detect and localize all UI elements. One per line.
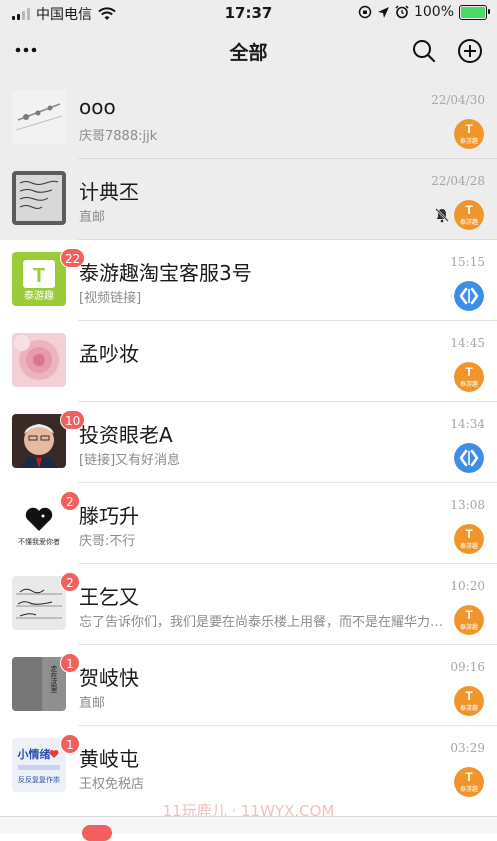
chat-name: 黄岐屯 [79, 747, 139, 771]
chat-time: 09:16 [450, 660, 485, 674]
avatar: T 泰游趣 [12, 252, 66, 306]
add-button[interactable] [457, 38, 483, 64]
unread-badge: 1 [60, 653, 80, 673]
chat-time: 14:34 [450, 417, 485, 431]
chat-time: 03:29 [450, 741, 485, 755]
svg-text:走在这里: 走在这里 [50, 665, 58, 693]
svg-text:泰游趣: 泰游趣 [460, 380, 478, 388]
channel-icon: T 泰游趣 [454, 686, 484, 716]
svg-text:T: T [465, 365, 473, 379]
unread-badge: 1 [60, 734, 80, 754]
chat-row[interactable]: 计典丕 直邮 22/04/28 T 泰游趣 [0, 159, 497, 240]
svg-text:泰游趣: 泰游趣 [460, 137, 478, 145]
avatar: 不懂我爱你者 [12, 495, 66, 549]
add-circle-icon [458, 39, 482, 63]
chat-row[interactable]: 不懂我爱你者 2 滕巧升 庆哥:不行 13:08 T 泰游趣 [0, 483, 497, 564]
more-button[interactable] [14, 38, 40, 62]
chat-row[interactable]: 10 投资眼老A [链接]又有好消息 14:34 [0, 402, 497, 483]
chat-row[interactable]: T 泰游趣 22 泰游趣淘宝客服3号 [视频链接] 15:15 [0, 240, 497, 321]
channel-icon: T 泰游趣 [454, 605, 484, 635]
chat-name: 投资眼老A [79, 423, 173, 447]
tab-bar [0, 816, 497, 841]
avatar [12, 414, 66, 468]
channel-icon: T 泰游趣 [454, 200, 484, 230]
chat-preview: 忘了告诉你们，我们是要在尚泰乐楼上用餐，而不是在耀华力… [79, 615, 444, 630]
chat-name: 王乞又 [79, 585, 139, 609]
unread-badge: 2 [60, 572, 80, 592]
svg-text:T: T [465, 608, 473, 622]
avatar: 小情绪 反反复复作崇 [12, 738, 66, 792]
chat-preview: 庆哥7888:jjk [79, 129, 158, 144]
chat-preview: 直邮 [79, 696, 106, 711]
chat-row[interactable]: 孟吵妆 14:45 T 泰游趣 [0, 321, 497, 402]
location-icon [377, 6, 389, 18]
svg-text:泰游趣: 泰游趣 [460, 218, 478, 226]
avatar [12, 171, 66, 225]
orientation-lock-icon [358, 5, 372, 19]
alarm-icon [395, 5, 409, 19]
channel-icon [454, 281, 484, 311]
mute-icon [435, 208, 449, 223]
chat-time: 14:45 [450, 336, 485, 350]
svg-text:泰游趣: 泰游趣 [460, 785, 478, 793]
chat-time: 22/04/30 [431, 93, 485, 107]
svg-text:T: T [465, 689, 473, 703]
chat-row[interactable]: 小情绪反反复复作崇 1 黄岐屯 王权免税店 03:29 T 泰游趣 [0, 726, 497, 807]
chat-time: 13:08 [450, 498, 485, 512]
svg-text:T: T [465, 527, 473, 541]
avatar: 走在这里 [12, 657, 66, 711]
chat-row[interactable]: ooo 庆哥7888:jjk 22/04/30 T 泰游趣 [0, 78, 497, 159]
chat-preview: 庆哥:不行 [79, 534, 136, 549]
svg-text:泰游趣: 泰游趣 [460, 704, 478, 712]
battery-icon [459, 4, 490, 20]
svg-text:不懂我爱你者: 不懂我爱你者 [18, 537, 60, 546]
channel-icon: T 泰游趣 [454, 767, 484, 797]
header-bar: 全部 [0, 26, 497, 78]
tab-unread-badge [82, 825, 112, 841]
svg-text:反反复复作崇: 反反复复作崇 [18, 775, 60, 784]
svg-text:泰游趣: 泰游趣 [460, 623, 478, 631]
chat-preview: 直邮 [79, 210, 106, 225]
svg-text:T: T [33, 265, 45, 287]
chat-time: 22/04/28 [431, 174, 485, 188]
battery-percent: 100% [413, 4, 454, 20]
svg-text:T: T [465, 203, 473, 217]
unread-badge: 2 [60, 491, 80, 511]
chat-name: 贺岐快 [79, 666, 139, 690]
channel-icon [454, 443, 484, 473]
ellipsis-icon [15, 47, 37, 53]
chat-preview: [视频链接] [79, 291, 142, 306]
chat-row[interactable]: 走在这里 1 贺岐快 直邮 09:16 T 泰游趣 [0, 645, 497, 726]
channel-icon: T 泰游趣 [454, 362, 484, 392]
svg-text:小情绪: 小情绪 [17, 747, 51, 761]
chat-name: 孟吵妆 [79, 342, 139, 366]
chat-name: 滕巧升 [79, 504, 139, 528]
search-icon [413, 40, 436, 63]
svg-text:T: T [465, 122, 473, 136]
chat-row[interactable]: 2 王乞又 忘了告诉你们，我们是要在尚泰乐楼上用餐，而不是在耀华力… 10:20… [0, 564, 497, 645]
avatar [12, 333, 66, 387]
chat-preview: [链接]又有好消息 [79, 453, 181, 468]
svg-text:泰游趣: 泰游趣 [460, 542, 478, 550]
avatar [12, 576, 66, 630]
chat-list: ooo 庆哥7888:jjk 22/04/30 T 泰游趣 计典丕 直邮 22/0… [0, 78, 497, 807]
status-right: 100% [358, 4, 490, 20]
status-bar: 中国电信 17:37 100% [0, 0, 497, 26]
chat-name: 计典丕 [79, 180, 139, 204]
search-button[interactable] [411, 38, 437, 64]
chat-time: 15:15 [450, 255, 485, 269]
svg-text:泰游趣: 泰游趣 [24, 289, 54, 302]
chat-preview: 王权免税店 [79, 777, 145, 792]
svg-text:T: T [465, 770, 473, 784]
chat-time: 10:20 [450, 579, 485, 593]
chat-name: 泰游趣淘宝客服3号 [79, 261, 252, 285]
avatar [12, 90, 66, 144]
channel-icon: T 泰游趣 [454, 524, 484, 554]
chat-name: ooo [79, 95, 116, 119]
channel-icon: T 泰游趣 [454, 119, 484, 149]
